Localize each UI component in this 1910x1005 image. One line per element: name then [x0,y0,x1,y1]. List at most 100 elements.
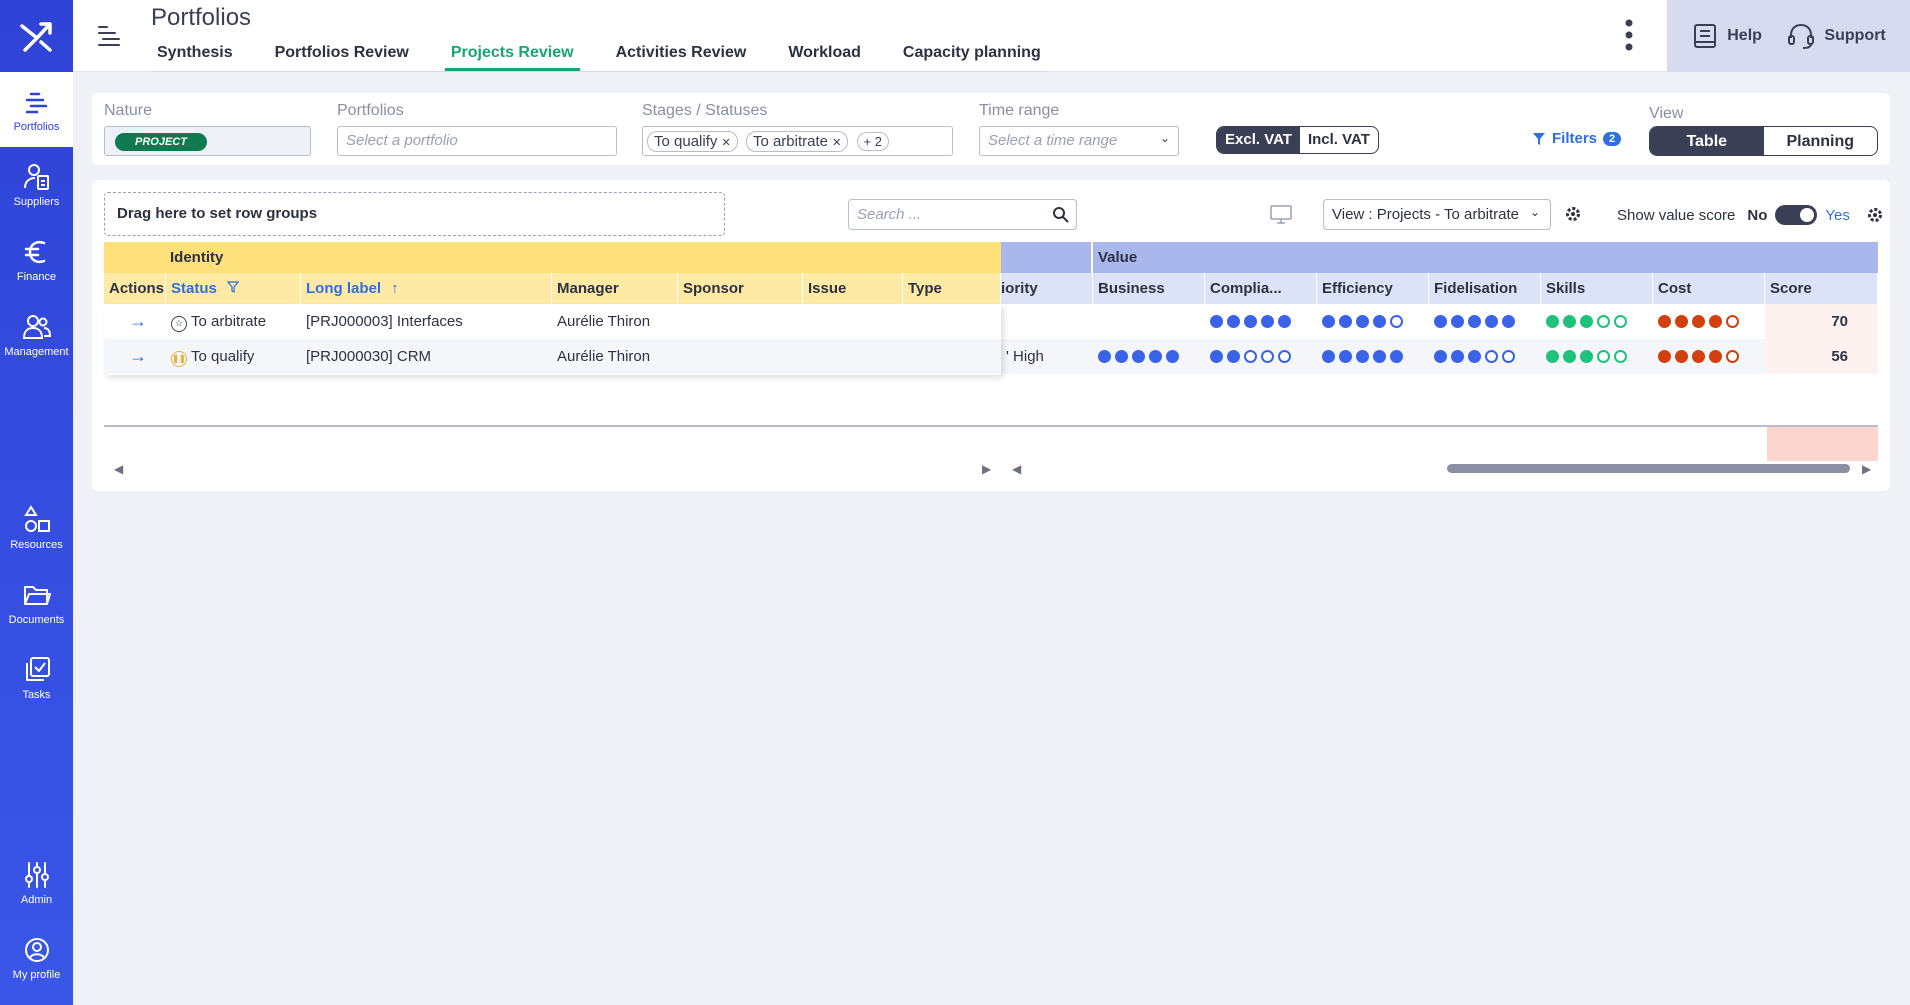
manager-cell: Aurélie Thiron [557,348,651,365]
col-manager[interactable]: Manager [552,273,678,304]
vat-incl-option[interactable]: Incl. VAT [1300,127,1378,153]
rating-dot-filled [1563,350,1576,363]
portfolio-select[interactable]: Select a portfolio [337,126,617,156]
gear-icon[interactable] [1564,205,1582,228]
tab-workload[interactable]: Workload [782,42,867,71]
view-select[interactable]: View : Projects - To arbitrate ⌄ [1323,199,1551,230]
col-issue[interactable]: Issue [803,273,903,304]
sidebar-item-my-profile[interactable]: My profile [0,920,73,995]
vat-excl-option[interactable]: Excl. VAT [1217,127,1300,153]
sidebar-item-label: Resources [10,538,63,551]
tab-portfolios-review[interactable]: Portfolios Review [269,42,415,71]
vat-toggle[interactable]: Excl. VAT Incl. VAT [1216,126,1379,154]
middle-group-header [1001,242,1091,273]
col-priority[interactable]: iority [1001,273,1093,304]
business-dots [1093,339,1184,374]
sidebar-item-documents[interactable]: Documents [0,565,73,640]
app-logo[interactable] [0,0,73,72]
tab-activities-review[interactable]: Activities Review [610,42,753,71]
horizontal-scrollbar[interactable] [1447,464,1850,473]
compliance-dots [1205,339,1296,374]
col-actions[interactable]: Actions [104,273,166,304]
view-planning-option[interactable]: Planning [1764,127,1878,155]
col-cost[interactable]: Cost [1653,273,1765,304]
rating-dot-filled [1434,315,1447,328]
fidelisation-dots [1429,339,1520,374]
col-skills[interactable]: Skills [1541,273,1653,304]
grid-panel: Drag here to set row groups Search ... V… [92,180,1890,491]
monitor-icon[interactable] [1269,204,1293,231]
stage-chip[interactable]: To qualify ✕ [647,131,738,152]
col-score[interactable]: Score [1765,273,1878,304]
rating-dot-filled [1580,350,1593,363]
view-table-option[interactable]: Table [1650,127,1764,155]
sidebar-item-admin[interactable]: Admin [0,845,73,920]
efficiency-dots [1317,339,1408,374]
rating-dot-filled [1261,315,1274,328]
col-sponsor[interactable]: Sponsor [678,273,803,304]
compliance-dots [1205,304,1296,339]
rating-dot-filled [1356,315,1369,328]
tab-projects-review[interactable]: Projects Review [444,42,580,71]
col-long-label[interactable]: Long label ↑ [301,273,552,304]
col-compliance[interactable]: Complia... [1205,273,1317,304]
portfolios-label: Portfolios [337,102,404,119]
rating-dot-filled [1468,315,1481,328]
sidebar-item-label: Documents [8,613,65,626]
sidebar-item-suppliers[interactable]: Suppliers [0,147,73,222]
rating-dot-filled [1132,350,1145,363]
filter-icon[interactable] [226,281,240,293]
tab-capacity-planning[interactable]: Capacity planning [897,42,1047,71]
search-icon [1053,207,1069,223]
row-group-dropzone[interactable]: Drag here to set row groups [104,192,725,236]
table-row[interactable]: → ❚❚ To qualify [PRJ000030] CRM Aurélie T… [104,339,1878,374]
scroll-left-icon[interactable]: ◀ [114,462,123,476]
sidebar-item-label: My profile [12,968,61,981]
stage-chip[interactable]: To arbitrate ✕ [745,131,849,152]
stage-more-chip[interactable]: + 2 [856,132,889,151]
open-arrow-icon[interactable]: → [124,304,152,339]
time-range-select[interactable]: Select a time range ⌄ [979,126,1179,156]
long-label-cell: [PRJ000003] Interfaces [306,313,463,330]
view-toggle[interactable]: Table Planning [1649,126,1878,156]
filters-button[interactable]: Filters 2 [1532,130,1622,147]
open-arrow-icon[interactable]: → [124,339,152,374]
switch-no-label: No [1747,206,1768,224]
more-options-icon[interactable] [1623,18,1635,57]
help-button[interactable]: Help [1691,22,1762,50]
stages-select[interactable]: To qualify ✕ To arbitrate ✕ + 2 [642,126,953,156]
rating-dot-filled [1356,350,1369,363]
stages-label: Stages / Statuses [642,102,768,119]
rating-dot-empty [1485,350,1498,363]
scroll-right-icon[interactable]: ▶ [1862,462,1871,476]
table-row[interactable]: → ☆ To arbitrate [PRJ000003] Interfaces A… [104,304,1878,339]
col-type[interactable]: Type [903,273,1001,304]
value-score-toggle[interactable] [1775,205,1818,225]
col-efficiency[interactable]: Efficiency [1317,273,1429,304]
sidebar-item-portfolios[interactable]: Portfolios [0,72,73,147]
rating-dot-filled [1485,315,1498,328]
scroll-left-icon[interactable]: ◀ [1012,462,1021,476]
col-status[interactable]: Status [166,273,301,304]
rating-dot-filled [1502,315,1515,328]
sidebar-item-tasks[interactable]: Tasks [0,640,73,715]
tab-synthesis[interactable]: Synthesis [151,42,239,71]
gear-icon[interactable] [1866,206,1884,224]
sidebar-item-finance[interactable]: Finance [0,222,73,297]
col-fidelisation[interactable]: Fidelisation [1429,273,1541,304]
rating-dot-filled [1339,315,1352,328]
sort-asc-icon[interactable]: ↑ [391,280,399,297]
nature-field[interactable]: PROJECT [104,126,311,156]
support-button[interactable]: Support [1786,21,1886,51]
scroll-right-icon[interactable]: ▶ [982,462,991,476]
sidebar-item-resources[interactable]: Resources [0,490,73,565]
col-status-label: Status [171,280,217,297]
sidebar-item-management[interactable]: Management [0,297,73,372]
rating-dot-filled [1115,350,1128,363]
priority-cell [1001,304,1011,339]
col-business[interactable]: Business [1093,273,1205,304]
search-input[interactable]: Search ... [848,199,1077,230]
remove-chip-icon[interactable]: ✕ [722,137,731,149]
remove-chip-icon[interactable]: ✕ [832,137,841,149]
menu-toggle-icon[interactable] [95,22,123,55]
